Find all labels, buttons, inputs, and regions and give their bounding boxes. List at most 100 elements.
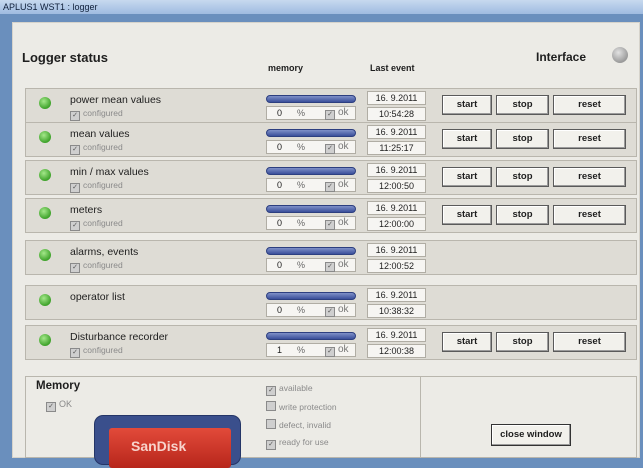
memory-ok-checkbox: ✓ OK [46, 399, 72, 412]
logger-row: min / max values ✓ configured 0 % ✓ ok 16. … [25, 160, 637, 195]
last-event-time: 12:00:50 [367, 179, 426, 193]
start-button[interactable]: start [442, 129, 492, 149]
memory-value: 0 [277, 260, 283, 270]
configured-label: configured [83, 218, 123, 228]
memory-unit: % [297, 142, 306, 152]
row-name: mean values [70, 128, 130, 140]
memory-ok-label: ok [338, 217, 349, 228]
reset-button[interactable]: reset [553, 167, 626, 187]
memory-ok: ✓ ok [325, 217, 349, 230]
reset-button[interactable]: reset [553, 129, 626, 149]
memory-readout: 0 % ✓ ok [266, 258, 356, 272]
logger-row: power mean values ✓ configured 0 % ✓ ok 16.… [25, 88, 637, 123]
memory-bar [266, 292, 356, 300]
sd-card-label: SanDisk [109, 428, 231, 468]
memory-bar [266, 205, 356, 213]
close-window-button[interactable]: close window [491, 424, 571, 446]
memory-value: 0 [277, 305, 283, 315]
memory-divider [420, 376, 421, 458]
last-event-column-header: Last event [370, 63, 415, 73]
start-button[interactable]: start [442, 332, 492, 352]
option-label: defect, invalid [279, 420, 331, 430]
stop-button[interactable]: stop [496, 332, 549, 352]
logger-row: operator list 0 % ✓ ok 16. 9.2011 10:38:32 [25, 285, 637, 320]
checkbox-icon [266, 419, 276, 429]
memory-ok-label: OK [59, 399, 73, 409]
memory-ok: ✓ ok [325, 179, 349, 192]
configured-label: configured [83, 260, 123, 270]
memory-ok-label: ok [338, 344, 349, 355]
last-event-date: 16. 9.2011 [367, 328, 426, 342]
logger-row: Disturbance recorder ✓ configured 1 % ✓ ok … [25, 325, 637, 360]
last-event-date: 16. 9.2011 [367, 201, 426, 215]
checkbox-icon: ✓ [70, 145, 80, 155]
checkbox-icon: ✓ [325, 110, 335, 120]
last-event-time: 12:00:00 [367, 217, 426, 231]
option-available: ✓ available [266, 383, 313, 396]
start-button[interactable]: start [442, 95, 492, 115]
memory-readout: 0 % ✓ ok [266, 106, 356, 120]
last-event-time: 12:00:38 [367, 344, 426, 358]
last-event-time: 12:00:52 [367, 259, 426, 273]
stop-button[interactable]: stop [496, 95, 549, 115]
memory-bar [266, 167, 356, 175]
start-button[interactable]: start [442, 205, 492, 225]
row-name: Disturbance recorder [70, 331, 169, 343]
configured-checkbox: ✓ configured [70, 345, 123, 358]
window-title: APLUS1 WST1 : logger [0, 0, 643, 14]
stop-button[interactable]: stop [496, 129, 549, 149]
row-name: min / max values [70, 166, 149, 178]
checkbox-icon: ✓ [325, 262, 335, 272]
checkbox-icon: ✓ [325, 182, 335, 192]
memory-ok-label: ok [338, 259, 349, 270]
memory-readout: 0 % ✓ ok [266, 216, 356, 230]
start-button[interactable]: start [442, 167, 492, 187]
memory-ok: ✓ ok [325, 259, 349, 272]
configured-checkbox: ✓ configured [70, 180, 123, 193]
memory-unit: % [297, 345, 306, 355]
memory-bar [266, 247, 356, 255]
logger-row: mean values ✓ configured 0 % ✓ ok 16. 9.201… [25, 122, 637, 157]
row-name: meters [70, 204, 103, 216]
last-event-time: 11:25:17 [367, 141, 426, 155]
memory-ok-label: ok [338, 107, 349, 118]
last-event-time: 10:38:32 [367, 304, 426, 318]
last-event-date: 16. 9.2011 [367, 243, 426, 257]
reset-button[interactable]: reset [553, 205, 626, 225]
checkbox-icon: ✓ [266, 386, 276, 396]
interface-heading: Interface [536, 50, 587, 64]
sd-card-icon: SanDisk [95, 416, 240, 468]
logger-status-heading: Logger status [22, 50, 108, 65]
last-event-date: 16. 9.2011 [367, 288, 426, 302]
checkbox-icon: ✓ [266, 440, 276, 450]
checkbox-icon: ✓ [70, 221, 80, 231]
sd-card-logo: SanDisk [131, 438, 187, 454]
reset-button[interactable]: reset [553, 332, 626, 352]
memory-heading: Memory [36, 380, 81, 392]
option-label: write protection [279, 402, 337, 412]
stop-button[interactable]: stop [496, 167, 549, 187]
interface-status-led-icon [612, 47, 628, 63]
status-led-icon [39, 294, 51, 306]
memory-ok: ✓ ok [325, 141, 349, 154]
memory-unit: % [297, 305, 306, 315]
configured-label: configured [83, 142, 123, 152]
memory-readout: 0 % ✓ ok [266, 178, 356, 192]
option-ready-for-use: ✓ ready for use [266, 437, 329, 450]
last-event-date: 16. 9.2011 [367, 125, 426, 139]
last-event-time: 10:54:28 [367, 107, 426, 121]
checkbox-icon: ✓ [70, 348, 80, 358]
reset-button[interactable]: reset [553, 95, 626, 115]
last-event-date: 16. 9.2011 [367, 163, 426, 177]
configured-label: configured [83, 180, 123, 190]
memory-readout: 0 % ✓ ok [266, 303, 356, 317]
stop-button[interactable]: stop [496, 205, 549, 225]
memory-value: 0 [277, 142, 283, 152]
row-name: operator list [70, 291, 125, 303]
memory-readout: 0 % ✓ ok [266, 140, 356, 154]
configured-checkbox: ✓ configured [70, 260, 123, 273]
memory-value: 0 [277, 218, 283, 228]
checkbox-icon: ✓ [70, 183, 80, 193]
checkbox-icon: ✓ [325, 144, 335, 154]
memory-unit: % [297, 108, 306, 118]
